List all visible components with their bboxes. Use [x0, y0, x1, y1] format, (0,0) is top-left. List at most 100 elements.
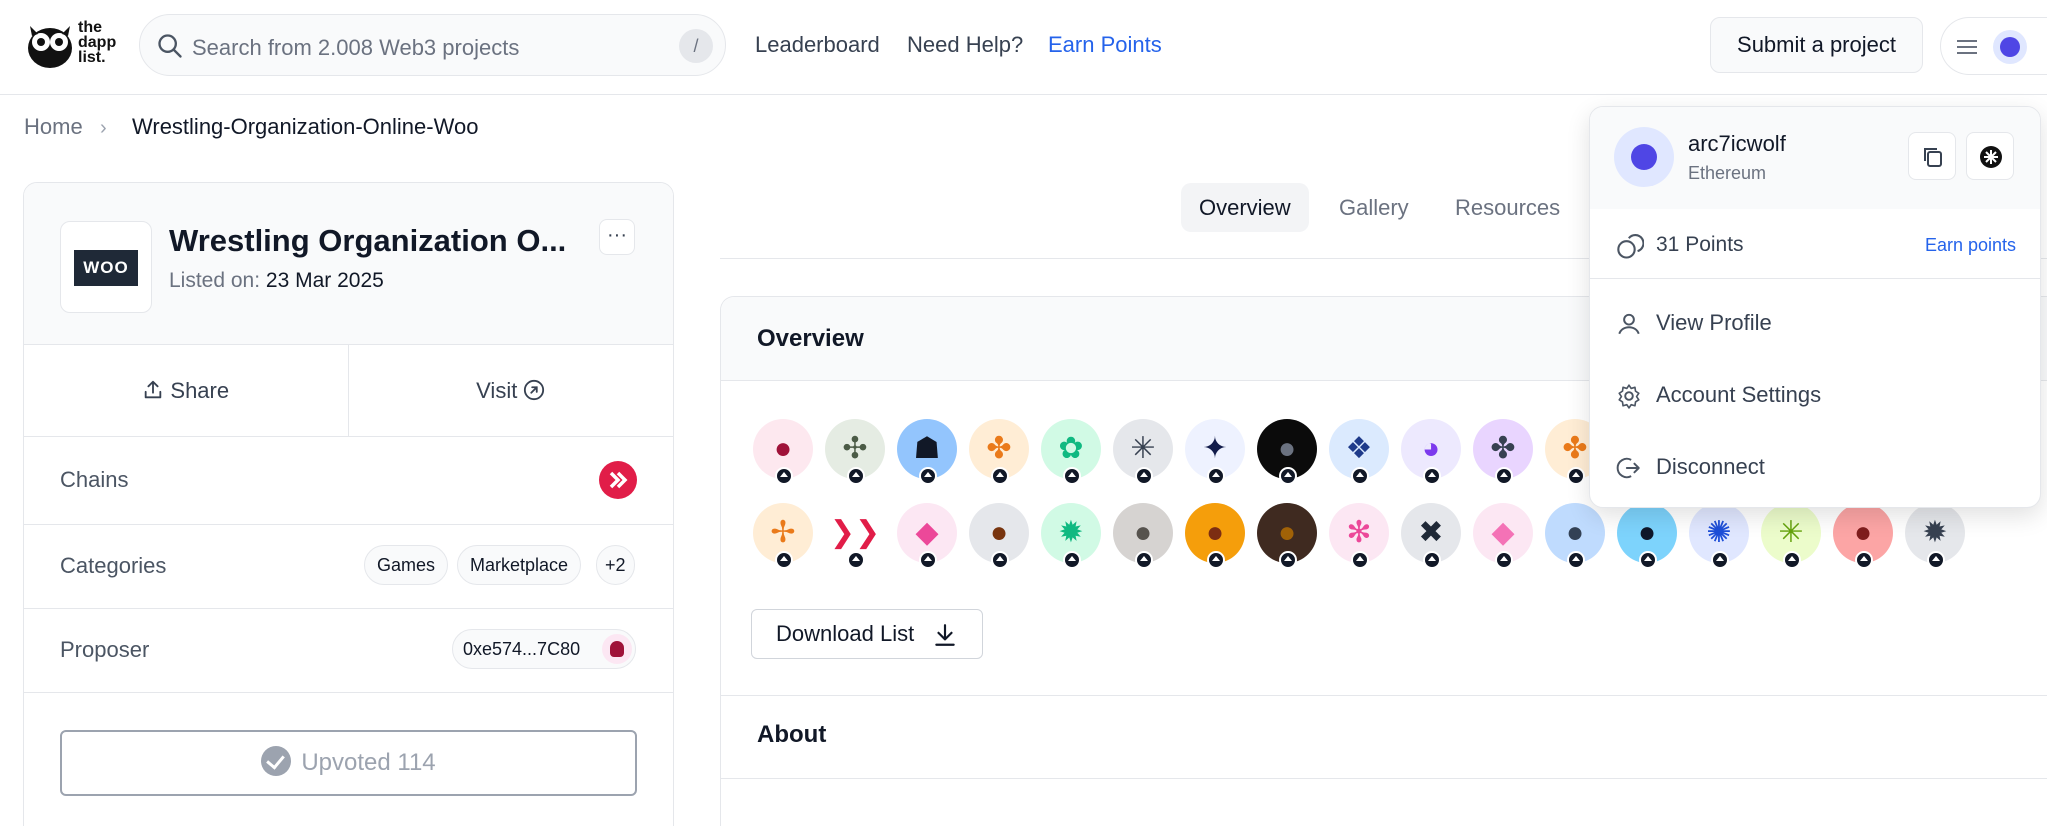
submit-project-button[interactable]: Submit a project	[1710, 17, 1923, 73]
about-title: About	[757, 721, 827, 748]
upvoter-avatar[interactable]: ✣	[825, 419, 885, 485]
dapp-list-logo[interactable]: the dapp list.	[26, 18, 126, 72]
category-more-chip[interactable]: +2	[596, 545, 635, 585]
category-chip[interactable]: Games	[364, 545, 449, 585]
upvoter-avatar[interactable]: ◆	[897, 503, 957, 569]
view-profile-label: View Profile	[1656, 310, 1772, 335]
upvote-badge-icon	[847, 551, 865, 569]
upvoter-avatar[interactable]: ●	[1617, 503, 1677, 569]
upvoter-avatar[interactable]: ✳	[1761, 503, 1821, 569]
breadcrumb-current: Wrestling-Organization-Online-Woo	[132, 114, 479, 139]
upvoter-avatar[interactable]: ❖	[1329, 419, 1389, 485]
upvoter-avatar[interactable]: ●	[1257, 503, 1317, 569]
upvote-badge-icon	[1495, 467, 1513, 485]
nav-earn-points[interactable]: Earn Points	[1048, 32, 1162, 58]
upvote-badge-icon	[1279, 467, 1297, 485]
proposer-label: Proposer	[60, 637, 150, 662]
upvoter-avatar[interactable]: ✹	[1041, 503, 1101, 569]
upvoter-avatar[interactable]: ✦	[1185, 419, 1245, 485]
account-menu-button[interactable]	[1940, 17, 2047, 75]
disconnect-menu-item[interactable]: Disconnect	[1590, 431, 2040, 503]
category-chip[interactable]: Marketplace	[457, 545, 582, 585]
nav-leaderboard[interactable]: Leaderboard	[755, 32, 880, 58]
upvote-badge-icon	[847, 467, 865, 485]
view-profile-menu-item[interactable]: View Profile	[1590, 287, 2040, 359]
upvoter-avatar[interactable]: ●	[1185, 503, 1245, 569]
top-header: the dapp list. Search from 2.008 Web3 pr…	[0, 0, 2047, 95]
upvoter-avatar[interactable]: ●	[1257, 419, 1317, 485]
account-dropdown-header: arc7icwolf Ethereum	[1590, 107, 2040, 209]
breadcrumb-home[interactable]: Home	[24, 114, 83, 140]
upvote-badge-icon	[1567, 467, 1585, 485]
upvote-badge-icon	[1423, 551, 1441, 569]
owl-icon	[28, 26, 72, 68]
logo-word: list.	[78, 49, 106, 66]
account-username: arc7icwolf	[1688, 131, 1786, 156]
upvote-badge-icon	[991, 551, 1009, 569]
download-icon	[935, 624, 955, 646]
logo-wordmark: the dapp list.	[78, 20, 117, 66]
project-listed-date: Listed on: 23 Mar 2025	[169, 269, 384, 293]
external-link-icon	[524, 379, 545, 401]
upvoter-avatar[interactable]: ✤	[1473, 419, 1533, 485]
upvoter-avatar[interactable]: ✹	[1905, 503, 1965, 569]
check-circle-icon	[261, 746, 292, 776]
account-settings-menu-item[interactable]: Account Settings	[1590, 359, 2040, 431]
copy-address-button[interactable]	[1908, 132, 1956, 180]
upvoter-avatar[interactable]: ✿	[1041, 419, 1101, 485]
account-chain: Ethereum	[1688, 163, 1767, 183]
upvoter-avatar[interactable]: ◕	[1401, 419, 1461, 485]
proposer-address[interactable]: 0xe574...7C80	[452, 629, 636, 669]
upvote-badge-icon	[1207, 551, 1225, 569]
proposer-address-text: 0xe574...7C80	[463, 639, 581, 659]
upvoter-avatar[interactable]: ●	[1833, 503, 1893, 569]
account-dropdown: arc7icwolf Ethereum 31 Points Earn point…	[1589, 106, 2041, 508]
upvoter-avatar[interactable]: ●	[969, 503, 1029, 569]
tab-gallery[interactable]: Gallery	[1321, 183, 1427, 232]
tab-overview[interactable]: Overview	[1181, 183, 1309, 232]
nav-need-help[interactable]: Need Help?	[907, 32, 1023, 58]
upvoter-avatar[interactable]: ❯❯	[825, 503, 885, 569]
project-card-header: WOO Wrestling Organization O... Listed o…	[24, 183, 673, 345]
upvoter-avatar[interactable]: ◆	[1473, 503, 1533, 569]
upvoter-avatar[interactable]: ✺	[1689, 503, 1749, 569]
hive-chain-icon[interactable]	[599, 461, 637, 499]
upvoter-avatar[interactable]: ●	[1545, 503, 1605, 569]
upvote-badge-icon	[1927, 551, 1945, 569]
proposer-avatar	[602, 634, 632, 664]
proposer-row: Proposer 0xe574...7C80	[24, 609, 673, 693]
upvote-badge-icon	[775, 467, 793, 485]
logo-word: dapp	[78, 34, 117, 51]
visit-button[interactable]: Visit	[349, 345, 674, 437]
upvoter-avatar[interactable]: ✖	[1401, 503, 1461, 569]
tab-resources[interactable]: Resources	[1437, 183, 1578, 232]
upvote-badge-icon	[1495, 551, 1513, 569]
project-logo: WOO	[60, 221, 152, 313]
chains-label: Chains	[60, 467, 129, 492]
points-row: 31 Points Earn points	[1590, 209, 2040, 279]
search-shortcut-key: /	[679, 29, 713, 63]
upvoter-avatar[interactable]: ●	[1113, 503, 1173, 569]
upvote-badge-icon	[1063, 467, 1081, 485]
search-input[interactable]: Search from 2.008 Web3 projects /	[139, 14, 726, 76]
project-card: WOO Wrestling Organization O... Listed o…	[23, 182, 674, 826]
upvote-badge-icon	[1567, 551, 1585, 569]
upvoter-avatar[interactable]: ☗	[897, 419, 957, 485]
upvoter-avatar[interactable]: ✻	[1329, 503, 1389, 569]
more-options-button[interactable]: ···	[599, 219, 635, 255]
download-list-label: Download List	[776, 621, 915, 646]
upvoter-avatar[interactable]: ✳	[1113, 419, 1173, 485]
upvote-label: Upvoted 114	[301, 749, 436, 776]
upvoter-avatar[interactable]: ✤	[969, 419, 1029, 485]
upvote-badge-icon	[1063, 551, 1081, 569]
overview-title: Overview	[757, 325, 864, 352]
upvote-badge-icon	[1135, 467, 1153, 485]
disconnect-label: Disconnect	[1656, 454, 1765, 479]
upvote-button[interactable]: Upvoted 114	[60, 730, 637, 796]
share-button[interactable]: Share	[24, 345, 349, 437]
earn-points-link[interactable]: Earn points	[1925, 235, 2016, 256]
upvoter-avatar[interactable]: ✢	[753, 503, 813, 569]
wallet-connect-button[interactable]	[1966, 132, 2014, 180]
upvoter-avatar[interactable]: ●	[753, 419, 813, 485]
download-list-button[interactable]: Download List	[751, 609, 983, 659]
